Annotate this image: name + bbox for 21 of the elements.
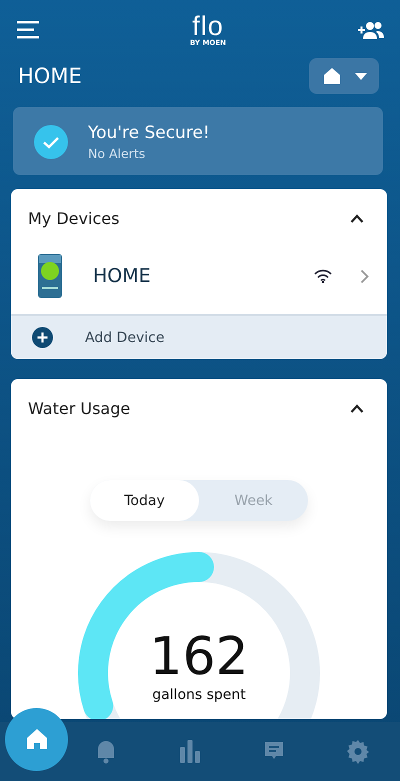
house-icon — [24, 727, 48, 752]
card-title: My Devices — [28, 209, 120, 228]
plus-icon — [32, 327, 53, 348]
bar-chart-icon — [178, 739, 202, 764]
device-icon — [37, 254, 63, 298]
location-dropdown[interactable] — [309, 58, 379, 94]
chevron-right-icon — [360, 268, 369, 284]
location-title: HOME — [18, 64, 82, 88]
period-tab[interactable]: Today — [90, 480, 199, 521]
device-name: HOME — [93, 265, 152, 287]
device-row[interactable]: HOME — [11, 240, 387, 314]
usage-value: 162 — [149, 627, 249, 687]
usage-unit: gallons spent — [152, 687, 246, 703]
status-subtitle: No Alerts — [88, 146, 146, 161]
gear-icon — [346, 739, 370, 764]
logo-text: flo — [192, 13, 224, 39]
card-title: Water Usage — [28, 399, 130, 418]
caret-icon — [355, 72, 367, 80]
add-device-button[interactable]: Add Device — [11, 314, 387, 359]
house-icon — [323, 67, 341, 85]
status-title: You're Secure! — [88, 123, 210, 143]
